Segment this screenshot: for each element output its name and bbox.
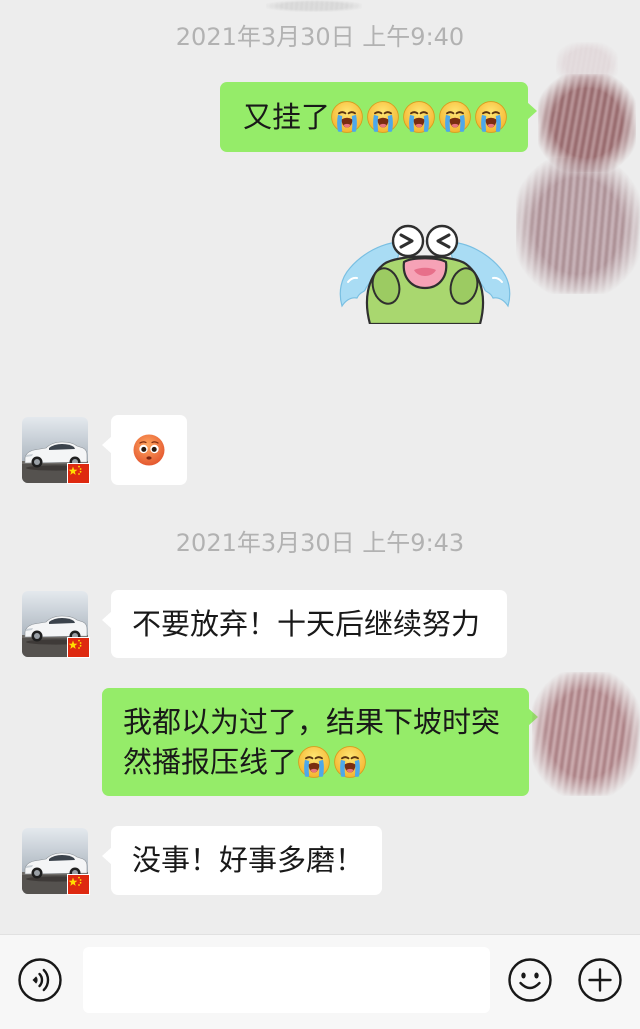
loudly-crying-face-icon	[438, 100, 472, 134]
received-message-bubble[interactable]	[102, 415, 187, 485]
china-flag-badge-icon	[67, 874, 90, 895]
china-flag-badge-icon	[67, 637, 90, 658]
redaction-scribble	[266, 0, 362, 12]
loudly-crying-face-icon	[366, 100, 400, 134]
loudly-crying-face-icon	[474, 100, 508, 134]
message-text: 又挂了	[243, 100, 331, 134]
loudly-crying-face-icon	[330, 100, 364, 134]
timestamp: 2021年3月30日 上午9:40	[175, 23, 465, 51]
timestamp: 2021年3月30日 上午9:43	[175, 529, 465, 557]
redacted-self-avatar[interactable]	[532, 672, 640, 796]
sent-message-bubble[interactable]: 我都以为过了，结果下坡时突然播报压线了	[102, 688, 538, 796]
contact-avatar[interactable]	[22, 591, 90, 658]
message-text: 没事！好事多磨！	[132, 843, 365, 877]
loudly-crying-face-icon	[297, 745, 331, 779]
plus-circle-icon[interactable]	[577, 957, 623, 1003]
redacted-self-avatar[interactable]	[516, 158, 640, 294]
message-text: 不要放弃！十天后继续努力	[132, 607, 481, 641]
china-flag-badge-icon	[67, 463, 90, 484]
received-message-bubble[interactable]: 没事！好事多磨！	[102, 826, 382, 895]
contact-avatar[interactable]	[22, 417, 90, 484]
emoji-group	[330, 100, 510, 134]
crying-frog-sticker-icon	[339, 224, 511, 326]
sent-message-bubble[interactable]: 又挂了	[220, 82, 537, 152]
loudly-crying-face-icon	[333, 745, 367, 779]
received-message-bubble[interactable]: 不要放弃！十天后继续努力	[102, 590, 507, 658]
emoji-group	[297, 745, 369, 779]
loudly-crying-face-icon	[402, 100, 436, 134]
voice-icon[interactable]	[17, 957, 63, 1003]
contact-avatar[interactable]	[22, 828, 90, 895]
emoji-group	[111, 415, 187, 485]
crying-frog-sticker[interactable]	[336, 220, 514, 326]
smile-icon[interactable]	[507, 957, 553, 1003]
message-input[interactable]	[83, 947, 490, 1013]
flushed-face-icon	[132, 433, 166, 467]
input-bar	[0, 934, 640, 1029]
